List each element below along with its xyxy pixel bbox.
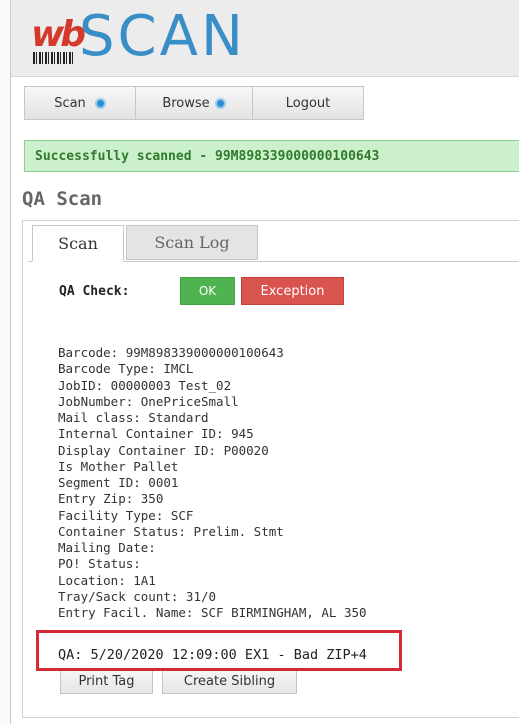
detail-line: PO! Status:	[58, 556, 141, 572]
detail-line: Location: 1A1	[58, 572, 156, 588]
nav-browse-button[interactable]: Browse	[135, 86, 253, 120]
print-tag-button[interactable]: Print Tag	[60, 668, 153, 694]
detail-line: Internal Container ID: 945	[58, 426, 254, 442]
page-title: QA Scan	[22, 188, 103, 210]
tab-scan-log[interactable]: Scan Log	[126, 225, 258, 260]
detail-line: Entry Facil. Name: SCF BIRMINGHAM, AL 35…	[58, 605, 367, 620]
detail-line: Facility Type: SCF	[58, 507, 194, 523]
exception-button[interactable]: Exception	[241, 277, 344, 305]
window-frame-left	[0, 0, 11, 724]
success-alert: Successfully scanned - 99M89833900000010…	[24, 140, 519, 172]
barcode-icon	[33, 52, 75, 64]
detail-line: Mailing Date:	[58, 540, 156, 555]
detail-line: Tray/Sack count: 31/0	[58, 588, 217, 604]
wbscan-logo: wb SCAN	[31, 4, 311, 70]
create-sibling-button[interactable]: Create Sibling	[162, 668, 297, 694]
detail-line: JobID: 00000003 Test_02	[58, 377, 232, 393]
chevron-down-icon	[214, 97, 226, 109]
detail-line: Barcode Type: IMCL	[58, 361, 194, 377]
chevron-down-icon	[94, 97, 106, 109]
nav-scan-label: Scan	[54, 95, 86, 111]
tab-scan[interactable]: Scan	[32, 225, 124, 262]
tab-bar: Scan Scan Log	[28, 225, 519, 262]
nav-logout-label: Logout	[285, 95, 331, 111]
detail-line: Display Container ID: P00020	[58, 442, 269, 458]
qa-check-label: QA Check:	[59, 284, 130, 299]
app-header: wb SCAN	[11, 0, 519, 77]
nav-logout-button[interactable]: Logout	[252, 86, 364, 120]
annotation-highlight-box	[36, 630, 402, 671]
detail-line: Container Status: Prelim. Stmt	[58, 523, 284, 539]
detail-line: Barcode: 99M898339000000100643	[58, 345, 284, 360]
logo-wb: wb	[31, 14, 86, 55]
nav-scan-button[interactable]: Scan	[24, 86, 136, 120]
detail-line: Segment ID: 0001	[58, 475, 179, 490]
ok-button[interactable]: OK	[180, 277, 235, 305]
detail-line: JobNumber: OnePriceSmall	[58, 393, 239, 409]
scan-details: Barcode: 99M898339000000100643 Barcode T…	[58, 345, 367, 621]
detail-line: Mail class: Standard	[58, 410, 209, 425]
detail-line: Is Mother Pallet	[58, 458, 179, 474]
detail-line: Entry Zip: 350	[58, 491, 164, 507]
nav-browse-label: Browse	[162, 95, 210, 111]
main-nav: Scan Browse Logout	[24, 86, 364, 122]
logo-scan: SCAN	[79, 4, 246, 69]
